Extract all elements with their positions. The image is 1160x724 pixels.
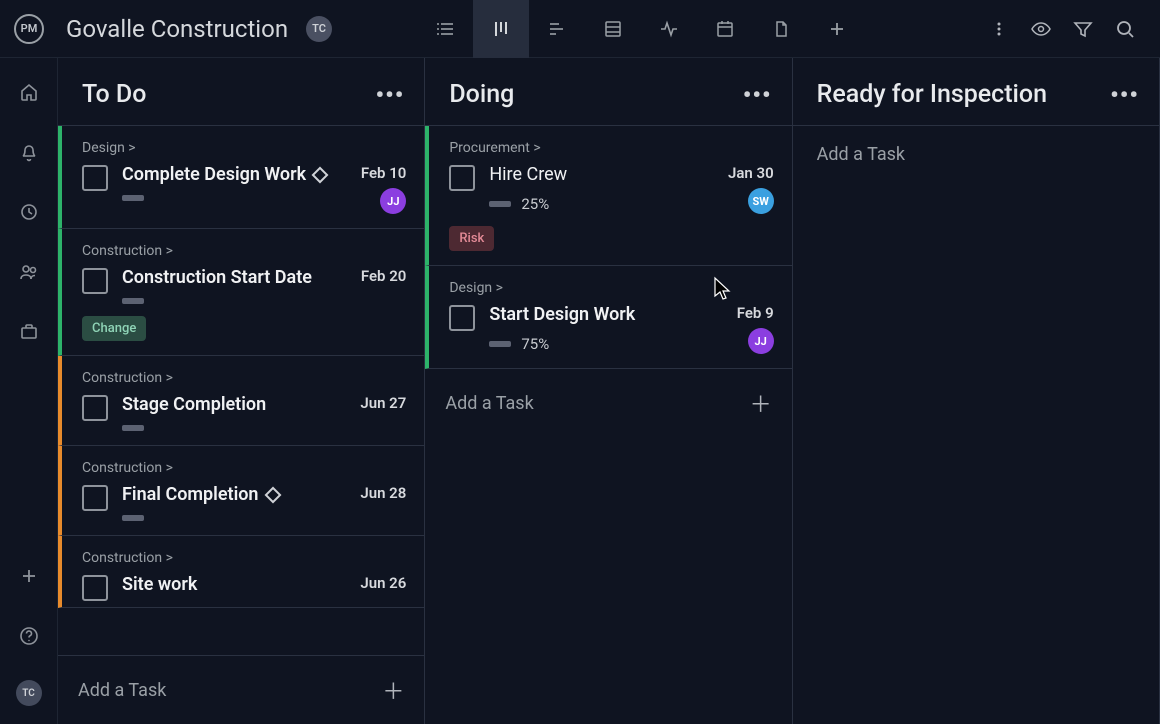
column-todo: To Do ••• Design > Complete Design Work <box>58 58 425 724</box>
card-date: Jun 26 <box>360 574 406 592</box>
task-card[interactable]: Design > Complete Design Work Feb 10 <box>58 126 424 229</box>
task-card[interactable]: Design > Start Design Work 75% Feb 9 <box>425 266 791 369</box>
progress-bar-icon <box>489 341 511 347</box>
progress-bar-icon <box>122 195 144 201</box>
column-title: Doing <box>449 80 514 109</box>
task-checkbox[interactable] <box>82 575 108 601</box>
task-card[interactable]: Construction > Construction Start Date F… <box>58 229 424 356</box>
card-title: Start Design Work <box>489 304 635 325</box>
add-view-icon[interactable] <box>809 0 865 58</box>
card-date: Jun 28 <box>360 484 406 502</box>
topbar: PM Govalle Construction TC <box>0 0 1160 58</box>
bell-icon[interactable] <box>13 136 45 168</box>
team-icon[interactable] <box>13 256 45 288</box>
project-user-chip[interactable]: TC <box>306 16 332 42</box>
task-checkbox[interactable] <box>449 305 475 331</box>
task-card[interactable]: Construction > Stage Completion Jun 27 <box>58 356 424 446</box>
card-breadcrumb: Construction > <box>82 550 406 566</box>
milestone-icon <box>312 166 329 183</box>
files-view-icon[interactable] <box>753 0 809 58</box>
column-menu-icon[interactable]: ••• <box>375 81 404 109</box>
assignee-avatar[interactable]: JJ <box>748 328 774 354</box>
task-card[interactable]: Procurement > Hire Crew 25% Jan 30 <box>425 126 791 266</box>
progress-text: 25% <box>521 195 549 213</box>
app-logo[interactable]: PM <box>14 14 44 44</box>
add-task-button[interactable]: Add a Task <box>793 126 1159 173</box>
column-ready: Ready for Inspection ••• Add a Task <box>793 58 1160 724</box>
eye-icon[interactable] <box>1020 8 1062 50</box>
add-icon[interactable] <box>13 560 45 592</box>
card-date: Jun 27 <box>360 394 406 412</box>
progress-text: 75% <box>521 335 549 353</box>
progress-bar-icon <box>489 201 511 207</box>
column-title: To Do <box>82 80 146 109</box>
milestone-icon <box>264 486 281 503</box>
card-title: Final Completion <box>122 484 279 505</box>
task-card[interactable]: Construction > Site work Jun 26 <box>58 536 424 608</box>
column-doing: Doing ••• Procurement > Hire Crew 25% <box>425 58 792 724</box>
task-checkbox[interactable] <box>82 485 108 511</box>
more-icon[interactable] <box>978 8 1020 50</box>
card-breadcrumb: Design > <box>449 280 773 296</box>
progress-bar-icon <box>122 298 144 304</box>
card-breadcrumb: Construction > <box>82 460 406 476</box>
board: To Do ••• Design > Complete Design Work <box>58 58 1160 724</box>
column-menu-icon[interactable]: ••• <box>1110 81 1139 109</box>
gantt-view-icon[interactable] <box>529 0 585 58</box>
column-title: Ready for Inspection <box>817 80 1047 109</box>
card-title: Site work <box>122 574 197 595</box>
filter-icon[interactable] <box>1062 8 1104 50</box>
list-view-icon[interactable] <box>417 0 473 58</box>
activity-view-icon[interactable] <box>641 0 697 58</box>
card-title: Complete Design Work <box>122 164 326 185</box>
add-task-button[interactable]: Add a Task ＋ <box>425 369 791 437</box>
clock-icon[interactable] <box>13 196 45 228</box>
view-switcher <box>417 0 865 58</box>
card-breadcrumb: Design > <box>82 140 406 156</box>
card-breadcrumb: Procurement > <box>449 140 773 156</box>
column-menu-icon[interactable]: ••• <box>743 81 772 109</box>
card-date: Feb 10 <box>361 164 406 182</box>
card-breadcrumb: Construction > <box>82 370 406 386</box>
card-date: Feb 20 <box>361 267 406 285</box>
card-title: Stage Completion <box>122 394 266 415</box>
plus-icon: ＋ <box>750 387 772 419</box>
tag-risk: Risk <box>449 226 494 251</box>
plus-icon: ＋ <box>382 674 404 706</box>
tag-change: Change <box>82 316 146 341</box>
home-icon[interactable] <box>13 76 45 108</box>
calendar-view-icon[interactable] <box>697 0 753 58</box>
progress-bar-icon <box>122 515 144 521</box>
help-icon[interactable] <box>13 620 45 652</box>
card-date: Feb 9 <box>737 304 774 322</box>
sheet-view-icon[interactable] <box>585 0 641 58</box>
card-breadcrumb: Construction > <box>82 243 406 259</box>
task-card[interactable]: Construction > Final Completion Jun 28 <box>58 446 424 536</box>
card-title: Hire Crew <box>489 164 567 185</box>
task-checkbox[interactable] <box>449 165 475 191</box>
sidebar: TC <box>0 58 58 724</box>
card-title: Construction Start Date <box>122 267 312 288</box>
search-icon[interactable] <box>1104 8 1146 50</box>
task-checkbox[interactable] <box>82 268 108 294</box>
task-checkbox[interactable] <box>82 165 108 191</box>
task-checkbox[interactable] <box>82 395 108 421</box>
briefcase-icon[interactable] <box>13 316 45 348</box>
add-task-button[interactable]: Add a Task ＋ <box>58 655 424 724</box>
card-date: Jan 30 <box>728 164 774 182</box>
progress-bar-icon <box>122 425 144 431</box>
project-title: Govalle Construction <box>66 15 288 43</box>
board-view-icon[interactable] <box>473 0 529 58</box>
sidebar-user-avatar[interactable]: TC <box>16 680 42 706</box>
assignee-avatar[interactable]: JJ <box>380 188 406 214</box>
assignee-avatar[interactable]: SW <box>748 188 774 214</box>
